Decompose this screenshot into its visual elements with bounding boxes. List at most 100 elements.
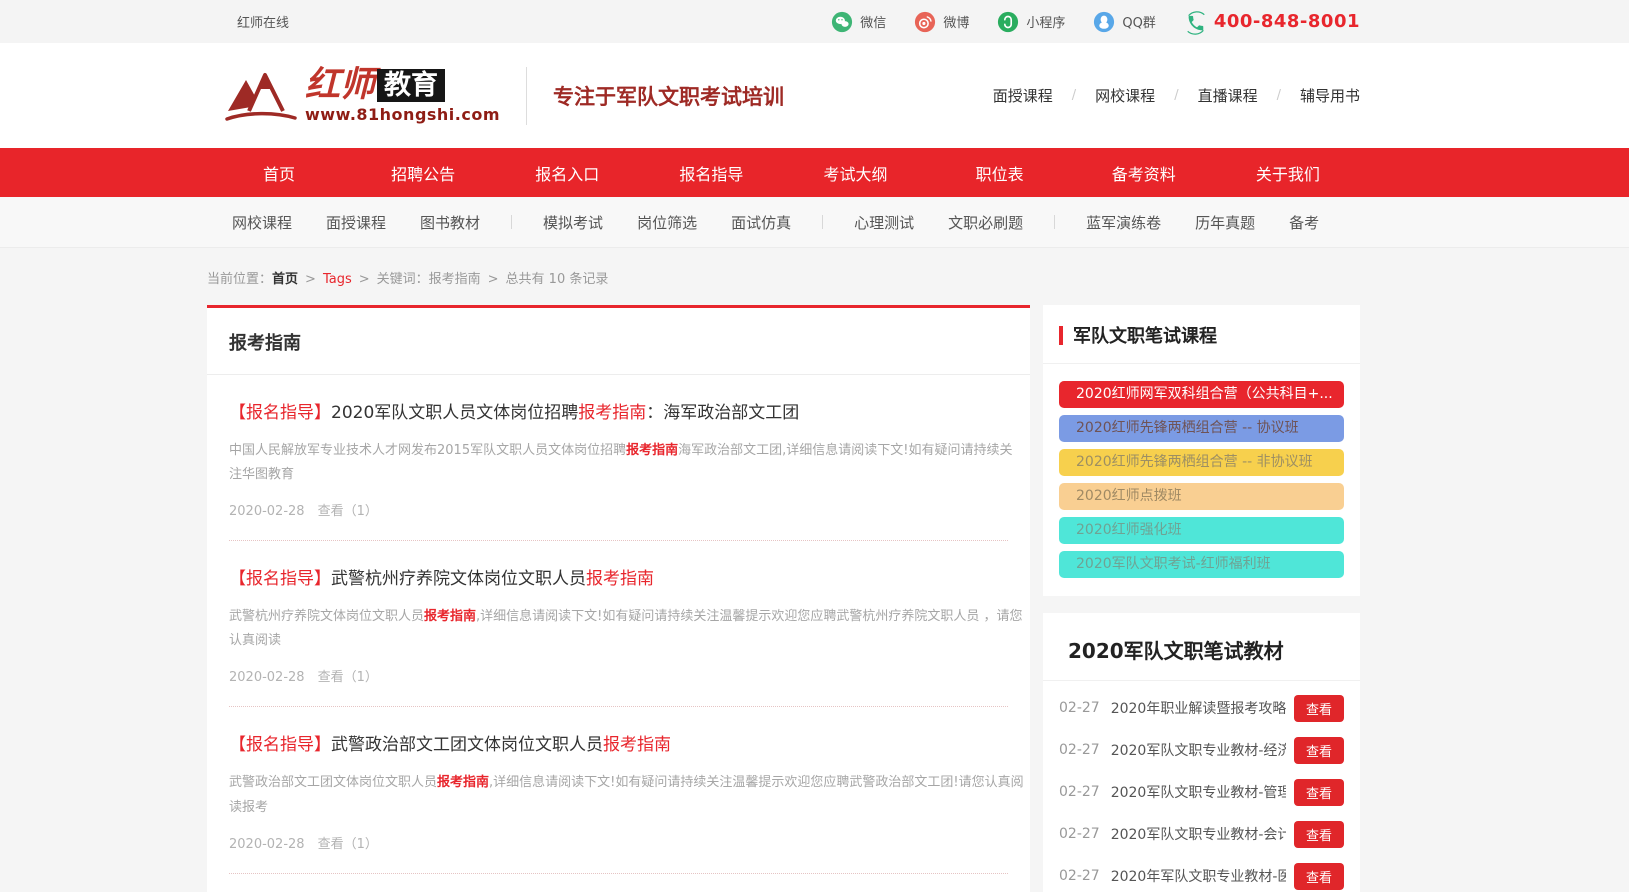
book-row: 02-27 2020军队文职专业教材-管理学 查看 xyxy=(1059,771,1344,813)
wechat-label: 微信 xyxy=(860,16,887,31)
topbar-social-links: 微信 微博 小程序 QQ群 400-848-8001 xyxy=(831,10,1360,35)
header-nav-zhibo[interactable]: 直播课程 xyxy=(1198,85,1258,106)
qq-icon xyxy=(1093,11,1115,33)
weibo-icon xyxy=(914,11,936,33)
subnav-divider xyxy=(822,215,824,229)
course-button[interactable]: 2020红师点拨班 xyxy=(1059,483,1344,510)
breadcrumb-home[interactable]: 首页 xyxy=(272,272,298,287)
view-button[interactable]: 查看 xyxy=(1293,862,1344,890)
book-title-link[interactable]: 2020军队文职专业教材-管理学 xyxy=(1111,782,1286,802)
article-item: 【报名指导】武警杭州疗养院文体岗位文职人员报考指南 武警杭州疗养院文体岗位文职人… xyxy=(229,541,1023,708)
sidebar: 军队文职笔试课程 2020红师网军双科组合营（公共科目+... 2020红师先锋… xyxy=(1043,305,1360,892)
main-nav-baoming-zhidao[interactable]: 报名指导 xyxy=(639,148,783,197)
book-title-link[interactable]: 2020年军队文职专业教材-医... xyxy=(1111,866,1286,886)
article-title-link[interactable]: 【报名指导】武警杭州疗养院文体岗位文职人员报考指南 xyxy=(229,569,654,589)
course-button[interactable]: 2020红师先锋两栖组合营 -- 协议班 xyxy=(1059,415,1344,442)
header-nav-mianshou[interactable]: 面授课程 xyxy=(993,85,1053,106)
subnav-beikao[interactable]: 备考 xyxy=(1289,212,1319,233)
qq-link[interactable]: QQ群 xyxy=(1093,11,1156,33)
article-title-link[interactable]: 【报名指导】2020军队文职人员文体岗位招聘报考指南：海军政治部文工团 xyxy=(229,403,799,423)
header-nav-fudao[interactable]: 辅导用书 xyxy=(1300,85,1360,106)
subnav-divider xyxy=(1054,215,1056,229)
subnav-shuati[interactable]: 文职必刷题 xyxy=(948,212,1023,233)
course-button[interactable]: 2020红师强化班 xyxy=(1059,517,1344,544)
nav-separator: / xyxy=(1276,88,1281,103)
site-tagline: 专注于军队文职考试培训 xyxy=(553,84,785,109)
wechat-link[interactable]: 微信 xyxy=(831,11,886,33)
article-summary: 中国人民解放军专业技术人才网发布2015军队文职人员文体岗位招聘报考指南海军政治… xyxy=(229,443,1013,483)
view-button[interactable]: 查看 xyxy=(1293,694,1344,722)
mountain-logo-icon xyxy=(225,67,297,125)
header-nav: 面授课程 / 网校课程 / 直播课程 / 辅导用书 xyxy=(993,85,1360,106)
subnav-lanjun[interactable]: 蓝军演练卷 xyxy=(1086,212,1161,233)
book-date: 02-27 xyxy=(1059,700,1100,716)
breadcrumb-sep: > xyxy=(487,272,499,287)
book-title-link[interactable]: 2020军队文职专业教材-会计学 xyxy=(1111,824,1286,844)
view-button[interactable]: 查看 xyxy=(1293,736,1344,764)
wechat-icon xyxy=(831,11,853,33)
book-row: 02-27 2020军队文职专业教材-经济学 查看 xyxy=(1059,729,1344,771)
book-list: 02-27 2020年职业解读暨报考攻略 查看 02-27 2020军队文职专业… xyxy=(1043,681,1360,892)
view-button[interactable]: 查看 xyxy=(1293,778,1344,806)
red-accent-bar xyxy=(1059,325,1063,345)
view-button[interactable]: 查看 xyxy=(1293,820,1344,848)
main-nav-zhaopin[interactable]: 招聘公告 xyxy=(351,148,495,197)
article-summary: 武警杭州疗养院文体岗位文职人员报考指南,详细信息请阅读下文!如有疑问请持续关注温… xyxy=(229,609,1023,649)
subnav-gangwei[interactable]: 岗位筛选 xyxy=(637,212,697,233)
article-meta: 2020-02-28 查看（1） xyxy=(229,666,1008,685)
breadcrumb-tags[interactable]: Tags xyxy=(323,272,352,287)
miniprogram-link[interactable]: 小程序 xyxy=(997,11,1065,33)
courses-card: 军队文职笔试课程 2020红师网军双科组合营（公共科目+... 2020红师先锋… xyxy=(1043,305,1360,596)
main-nav-about[interactable]: 关于我们 xyxy=(1216,148,1360,197)
course-list: 2020红师网军双科组合营（公共科目+... 2020红师先锋两栖组合营 -- … xyxy=(1043,364,1360,596)
course-button[interactable]: 2020红师网军双科组合营（公共科目+... xyxy=(1059,381,1344,408)
miniprogram-icon xyxy=(997,11,1019,33)
article-date: 2020-02-28 xyxy=(229,670,305,686)
subnav-xinli[interactable]: 心理测试 xyxy=(854,212,914,233)
book-title-link[interactable]: 2020年职业解读暨报考攻略 xyxy=(1111,698,1286,718)
brand-url: www.81hongshi.com xyxy=(305,105,501,124)
main-nav: 首页 招聘公告 报名入口 报名指导 考试大纲 职位表 备考资料 关于我们 xyxy=(0,148,1629,197)
course-button[interactable]: 2020军队文职考试-红师福利班 xyxy=(1059,551,1344,578)
subnav-wangxiao[interactable]: 网校课程 xyxy=(232,212,292,233)
main-nav-baoming-rukou[interactable]: 报名入口 xyxy=(495,148,639,197)
article-views: 查看（1） xyxy=(317,504,378,520)
breadcrumb-sep: > xyxy=(358,272,370,287)
subnav-moni[interactable]: 模拟考试 xyxy=(543,212,603,233)
header-nav-wangxiao[interactable]: 网校课程 xyxy=(1095,85,1155,106)
subnav-mianshou[interactable]: 面授课程 xyxy=(326,212,386,233)
article-title-link[interactable]: 【报名指导】武警政治部文工团文体岗位文职人员报考指南 xyxy=(229,735,671,755)
site-header: 红师 教育 www.81hongshi.com 专注于军队文职考试培训 面授课程… xyxy=(0,43,1629,148)
article-views: 查看（1） xyxy=(317,670,378,686)
article-date: 2020-02-28 xyxy=(229,836,305,852)
weibo-label: 微博 xyxy=(943,16,970,31)
course-button[interactable]: 2020红师先锋两栖组合营 -- 非协议班 xyxy=(1059,449,1344,476)
article-meta: 2020-02-28 查看（1） xyxy=(229,500,1008,519)
nav-separator: / xyxy=(1174,88,1179,103)
breadcrumb: 当前位置：首页 > Tags > 关键词：报考指南 > 总共有 10 条记录 xyxy=(207,248,1360,305)
breadcrumb-sep: > xyxy=(305,272,316,287)
book-date: 02-27 xyxy=(1059,742,1100,758)
article-meta: 2020-02-28 查看（1） xyxy=(229,833,1008,852)
subnav-divider xyxy=(511,215,513,229)
subnav-mianshi[interactable]: 面试仿真 xyxy=(731,212,791,233)
subnav-zhenti[interactable]: 历年真题 xyxy=(1195,212,1255,233)
header-divider xyxy=(526,66,528,125)
book-date: 02-27 xyxy=(1059,868,1100,884)
book-title-link[interactable]: 2020军队文职专业教材-经济学 xyxy=(1111,740,1286,760)
main-nav-dagang[interactable]: 考试大纲 xyxy=(784,148,928,197)
book-row: 02-27 2020年职业解读暨报考攻略 查看 xyxy=(1059,687,1344,729)
weibo-link[interactable]: 微博 xyxy=(914,11,969,33)
article-list-card: 报考指南 【报名指导】2020军队文职人员文体岗位招聘报考指南：海军政治部文工团… xyxy=(207,305,1030,892)
main-nav-home[interactable]: 首页 xyxy=(207,148,351,197)
article-date: 2020-02-28 xyxy=(229,504,305,520)
brand-name-red: 红师 xyxy=(305,64,376,105)
book-row: 02-27 2020军队文职专业教材-会计学 查看 xyxy=(1059,813,1344,855)
subnav-tushu[interactable]: 图书教材 xyxy=(420,212,480,233)
main-nav-zhiweibiao[interactable]: 职位表 xyxy=(928,148,1072,197)
article-views: 查看（1） xyxy=(317,836,378,852)
site-logo[interactable]: 红师 教育 www.81hongshi.com xyxy=(225,67,500,125)
phone-number[interactable]: 400-848-8001 xyxy=(1214,11,1360,32)
hotline: 400-848-8001 xyxy=(1184,10,1360,35)
main-nav-beikao[interactable]: 备考资料 xyxy=(1072,148,1216,197)
